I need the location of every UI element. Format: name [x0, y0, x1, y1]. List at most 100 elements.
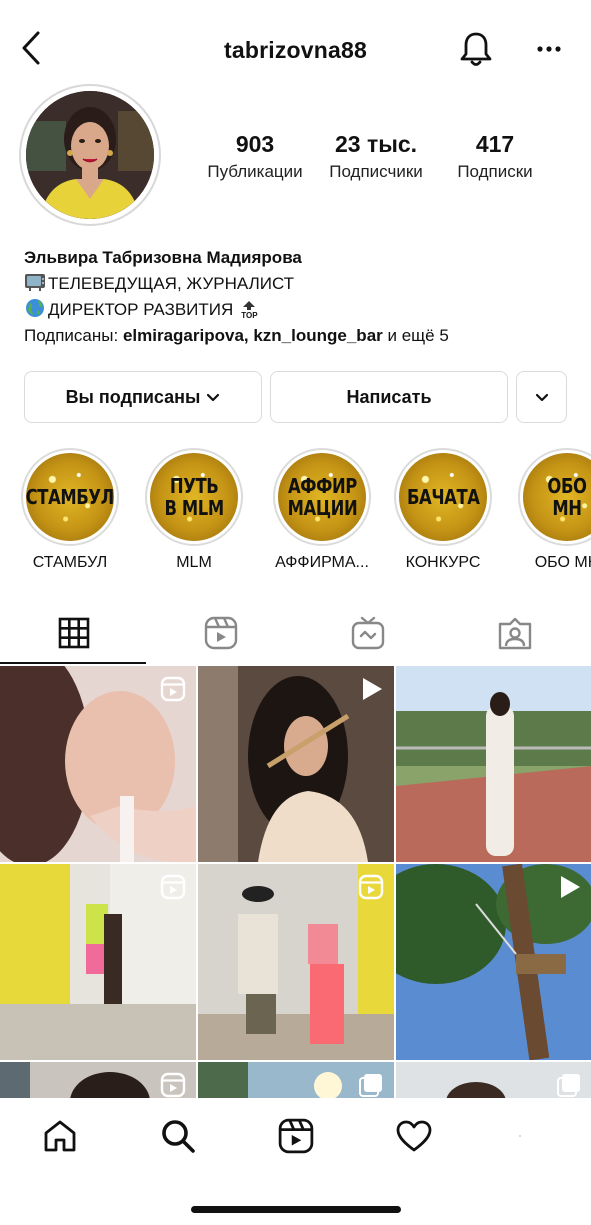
highlight-cover-text: АФФИР МАЦИИ — [287, 474, 357, 520]
bio-line-2: ДИРЕКТОР РАЗВИТИЯ TOP — [24, 297, 574, 323]
highlight-item[interactable]: БАЧАТА КОНКУРС — [394, 448, 492, 572]
highlight-cover-text: БАЧАТА — [406, 485, 480, 509]
tab-tagged[interactable] — [441, 601, 588, 665]
home-icon — [44, 1120, 76, 1152]
post-thumbnail[interactable] — [198, 666, 394, 862]
more-options-button[interactable] — [530, 36, 568, 62]
tab-posts-grid[interactable] — [0, 601, 147, 665]
highlight-item[interactable]: ОБО МН ОБО МН — [518, 448, 591, 572]
post-thumbnail[interactable] — [0, 864, 196, 1060]
search-icon — [162, 1120, 195, 1153]
active-tab-indicator — [0, 662, 146, 664]
followed-suffix: и ещё 5 — [387, 326, 449, 345]
post-thumbnail[interactable] — [396, 864, 591, 1060]
reels-badge-icon — [160, 1072, 186, 1098]
ellipsis-icon — [537, 46, 561, 52]
following-count: 417 — [475, 131, 515, 157]
followed-prefix: Подписаны: — [24, 326, 119, 345]
nav-profile[interactable] — [500, 1116, 540, 1156]
highlight-ring: БАЧАТА — [394, 448, 492, 546]
highlight-label: MLM — [176, 554, 212, 571]
profile-tabs — [0, 601, 591, 665]
highlight-ring: СТАМБУЛ — [21, 448, 119, 546]
highlight-item[interactable]: АФФИР МАЦИИ АФФИРМА... — [269, 448, 375, 572]
following-stat[interactable]: 417 Подписки — [445, 128, 545, 184]
reels-icon — [278, 1118, 314, 1154]
posts-stat[interactable]: 903 Публикации — [200, 128, 310, 184]
posts-label: Публикации — [207, 162, 303, 181]
grid-icon — [58, 617, 89, 649]
reels-badge-icon — [358, 874, 384, 900]
profile-username: tabrizovna88 — [223, 37, 367, 63]
highlight-label: КОНКУРС — [405, 554, 481, 571]
notifications-button[interactable] — [456, 28, 496, 70]
post-thumbnail[interactable] — [396, 666, 591, 862]
highlight-cover-text: ПУТЬ В MLM — [164, 474, 224, 520]
top-arrow-badge: TOP — [241, 301, 258, 321]
highlight-cover: ПУТЬ В MLM — [150, 453, 238, 541]
post-thumbnail[interactable] — [198, 1062, 394, 1098]
tab-reels[interactable] — [147, 601, 294, 665]
chevron-down-icon — [535, 393, 548, 401]
nav-activity[interactable] — [394, 1116, 434, 1156]
carousel-icon — [557, 1074, 580, 1097]
tab-igtv[interactable] — [294, 601, 441, 665]
reels-icon — [204, 616, 237, 650]
profile-avatar[interactable] — [19, 84, 161, 226]
reels-badge-icon — [160, 874, 186, 900]
followers-count: 23 тыс. — [334, 131, 418, 157]
highlight-item[interactable]: ПУТЬ В MLM MLM — [145, 448, 243, 572]
followed-users[interactable]: elmiragaripova, kzn_lounge_bar — [123, 326, 383, 345]
highlight-cover-text: СТАМБУЛ — [26, 485, 114, 509]
highlight-ring: АФФИР МАЦИИ — [273, 448, 371, 546]
suggested-dropdown-button[interactable] — [516, 371, 567, 423]
profile-photo — [26, 91, 154, 219]
story-highlights: СТАМБУЛ СТАМБУЛ ПУТЬ В MLM MLM АФФИР МАЦ… — [0, 448, 591, 578]
message-button[interactable]: Написать — [270, 371, 508, 423]
nav-home[interactable] — [40, 1116, 80, 1156]
followed-by[interactable]: Подписаны: elmiragaripova, kzn_lounge_ba… — [24, 323, 574, 349]
avatar — [26, 91, 154, 219]
home-indicator — [191, 1206, 401, 1213]
nav-search[interactable] — [158, 1116, 198, 1156]
highlight-ring: ПУТЬ В MLM — [145, 448, 243, 546]
carousel-icon — [359, 1074, 382, 1097]
television-icon — [25, 274, 45, 291]
post-thumbnail[interactable] — [396, 1062, 591, 1098]
tagged-icon — [498, 617, 531, 650]
followers-stat[interactable]: 23 тыс. Подписчики — [320, 128, 432, 184]
up-arrow-icon — [243, 301, 256, 311]
chevron-down-icon — [207, 393, 220, 401]
top-badge-text: TOP — [241, 311, 258, 321]
reels-badge-icon — [160, 676, 186, 702]
bio-text-2: ДИРЕКТОР РАЗВИТИЯ — [48, 300, 234, 319]
highlight-cover-text: ОБО МН — [547, 474, 587, 520]
bio-text-1: ТЕЛЕВЕДУЩАЯ, ЖУРНАЛИСТ — [48, 274, 295, 293]
post-thumbnail[interactable] — [198, 864, 394, 1060]
profile-bio: Эльвира Табризовна Мадиярова ТЕЛЕВЕДУЩАЯ… — [24, 245, 574, 349]
highlight-ring: ОБО МН — [518, 448, 591, 546]
nav-reels[interactable] — [276, 1116, 316, 1156]
globe-icon — [26, 299, 44, 317]
post-thumbnail[interactable] — [0, 666, 196, 862]
profile-icon — [519, 1135, 521, 1137]
video-play-icon — [363, 678, 382, 700]
following-button-label: Вы подписаны — [65, 386, 201, 407]
bell-icon — [460, 32, 492, 66]
video-play-icon — [561, 876, 580, 898]
posts-grid — [0, 666, 591, 1098]
highlight-cover: АФФИР МАЦИИ — [278, 453, 366, 541]
highlight-item[interactable]: СТАМБУЛ СТАМБУЛ — [21, 448, 119, 572]
igtv-icon — [351, 616, 384, 650]
following-button[interactable]: Вы подписаны — [24, 371, 262, 423]
full-name: Эльвира Табризовна Мадиярова — [24, 248, 302, 267]
post-thumbnail[interactable] — [0, 1062, 196, 1098]
post-image — [396, 666, 591, 862]
following-label: Подписки — [457, 162, 533, 181]
highlight-label: АФФИРМА... — [275, 554, 369, 571]
message-button-label: Написать — [346, 386, 432, 407]
highlight-label: ОБО МН — [534, 554, 591, 571]
highlight-label: СТАМБУЛ — [32, 554, 108, 571]
bio-line-1: ТЕЛЕВЕДУЩАЯ, ЖУРНАЛИСТ — [24, 271, 574, 297]
highlight-cover: ОБО МН — [523, 453, 591, 541]
